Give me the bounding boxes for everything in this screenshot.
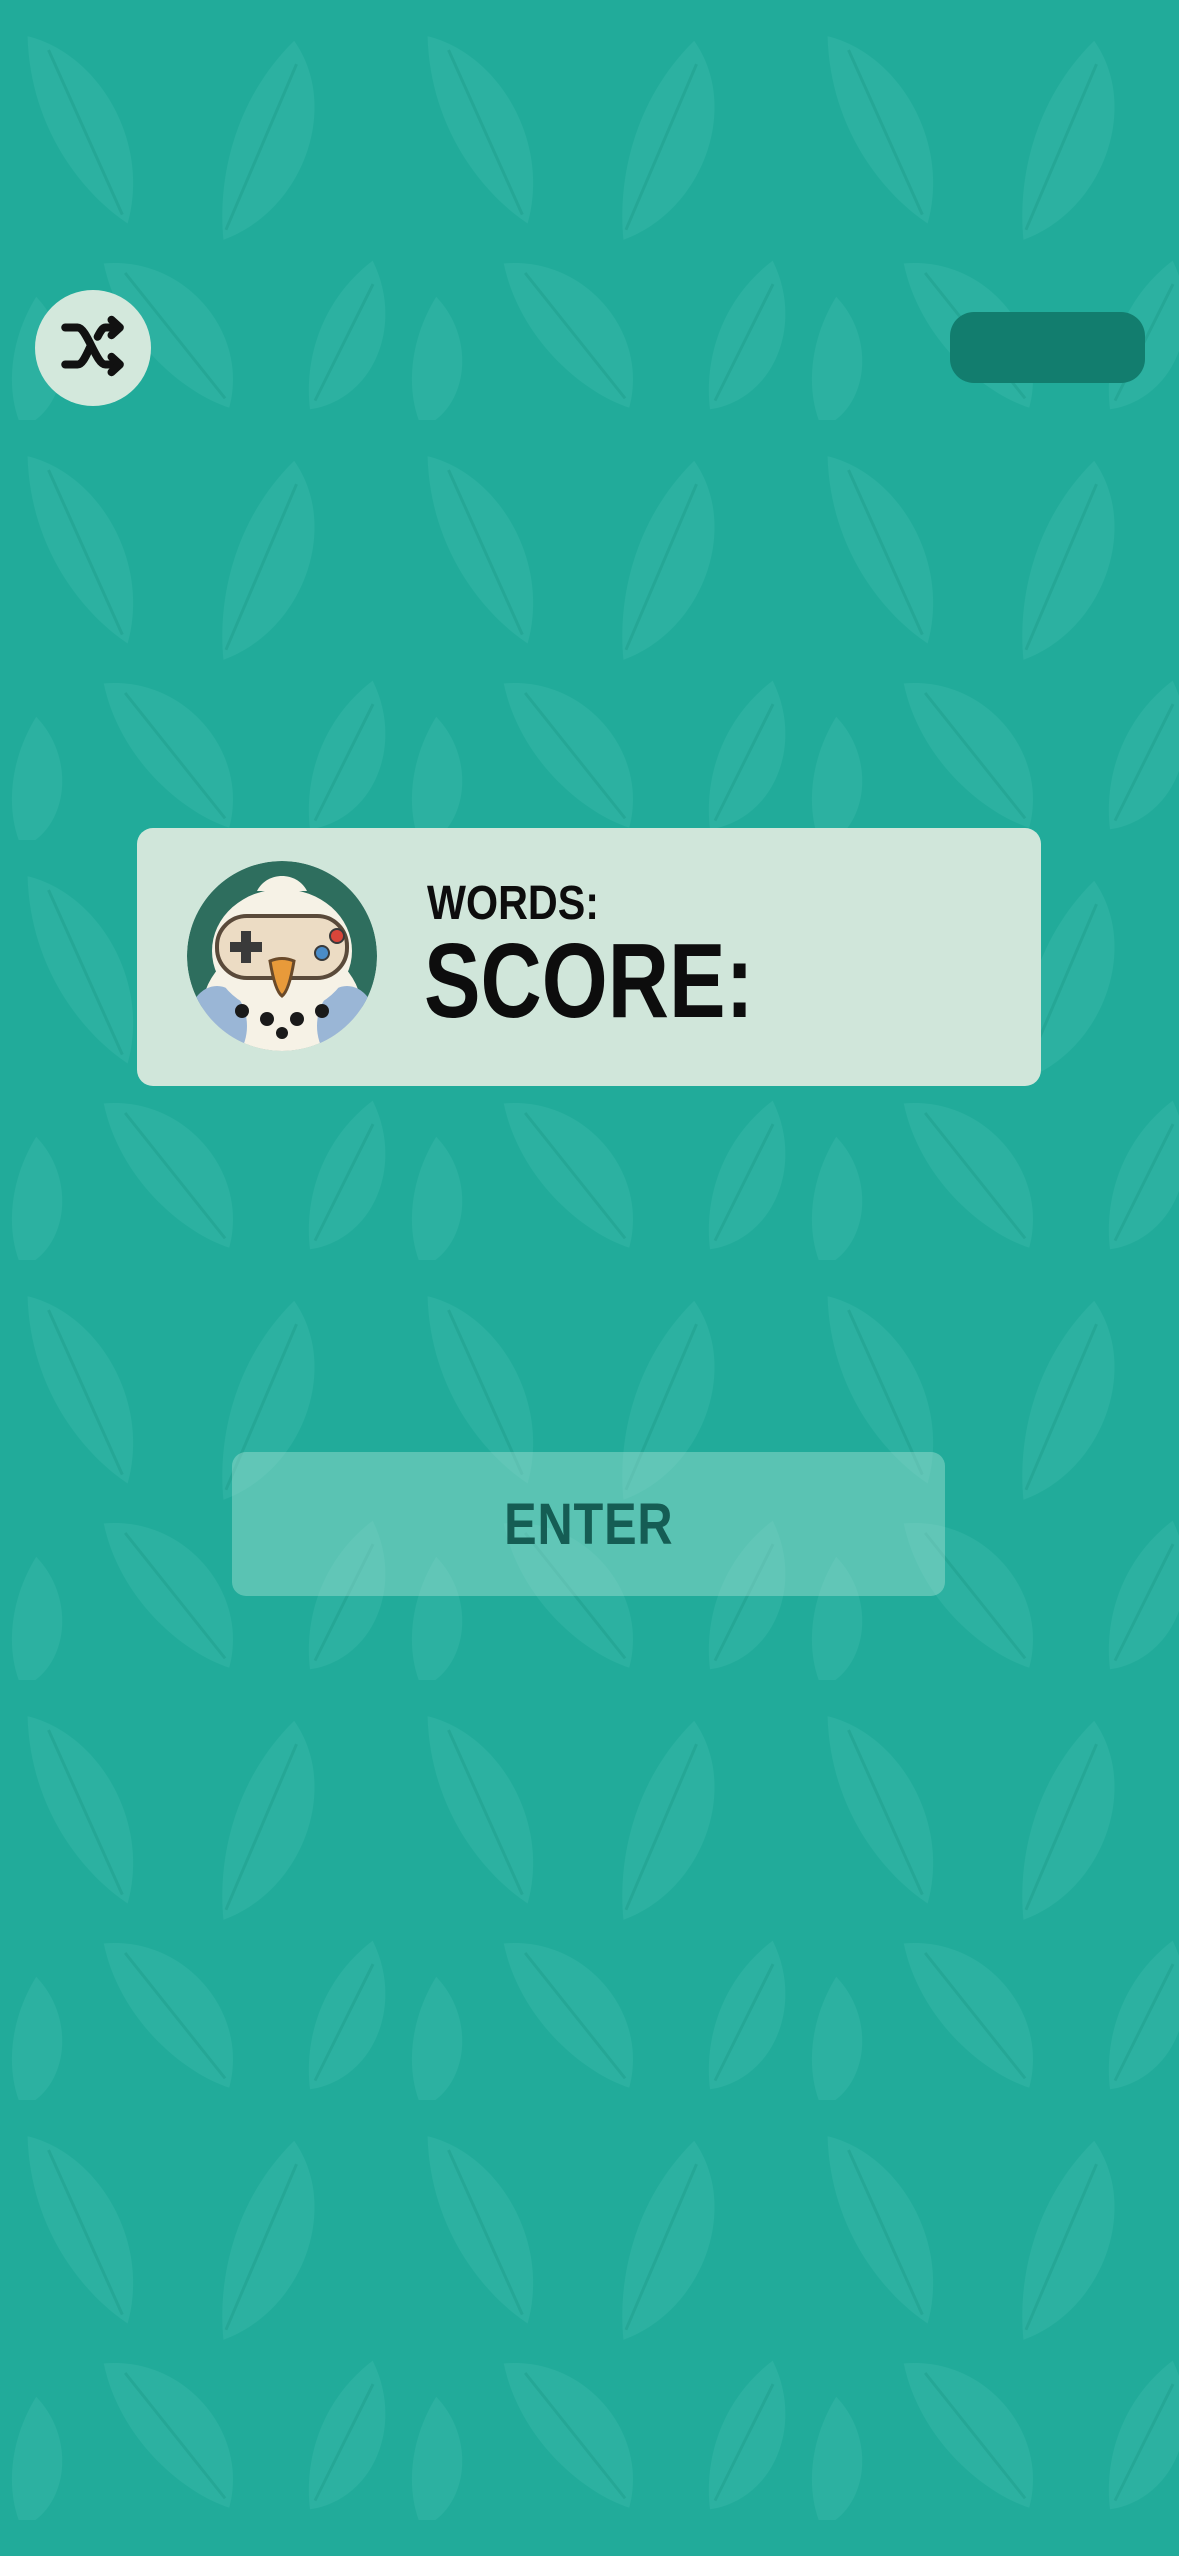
shuffle-button[interactable] — [35, 290, 151, 406]
score-label: SCORE: — [424, 922, 754, 1040]
enter-button-label: ENTER — [503, 1491, 674, 1557]
score-card: WORDS: SCORE: — [137, 828, 1041, 1086]
word-display-pill — [950, 312, 1145, 383]
feather-background-pattern — [0, 0, 1179, 2556]
shuffle-icon — [56, 309, 130, 388]
budgie-gamepad-avatar-icon — [187, 861, 377, 1051]
words-label: WORDS: — [427, 877, 599, 930]
enter-button[interactable]: ENTER — [232, 1452, 945, 1596]
